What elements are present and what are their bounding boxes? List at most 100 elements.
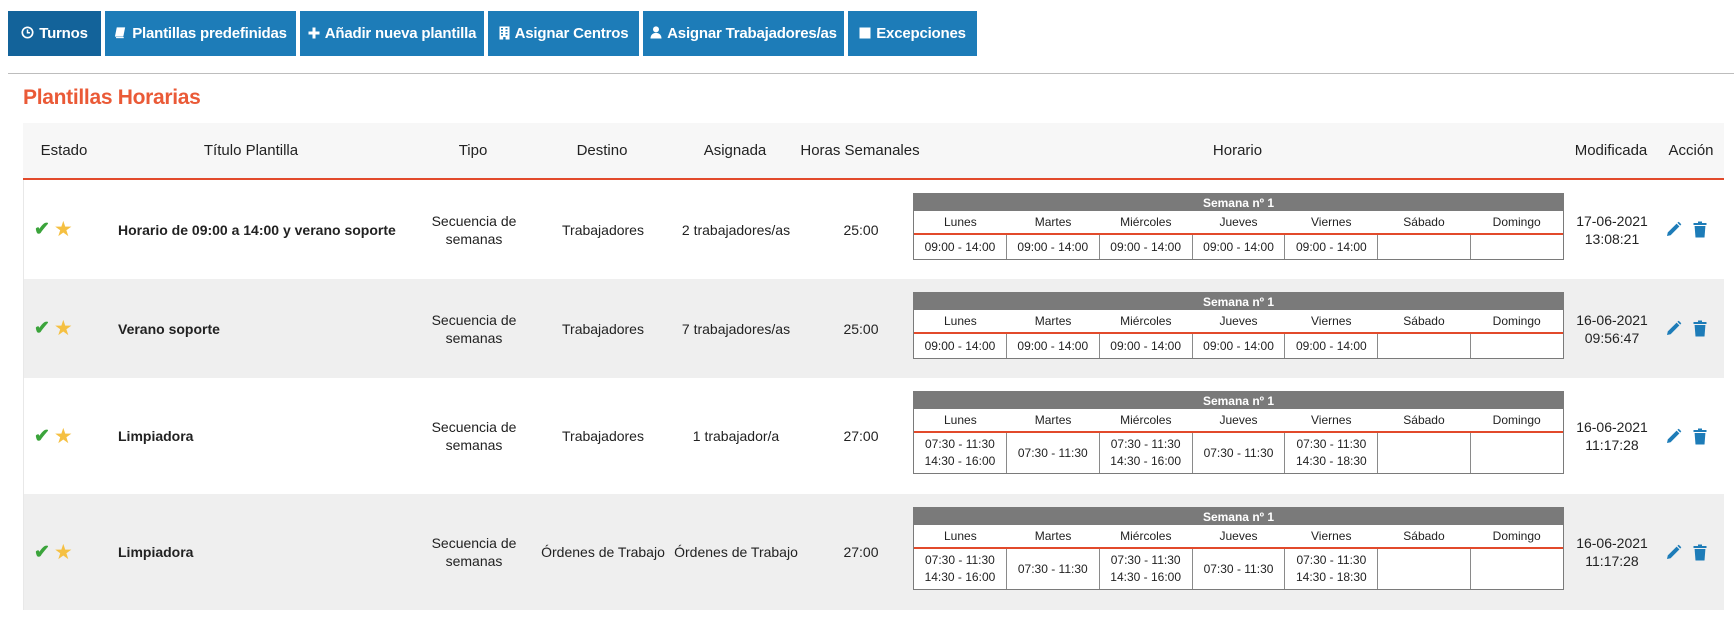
days-header: Lunes Martes Miércoles Jueves Viernes Sábado D… xyxy=(914,525,1563,549)
delete-trash-icon[interactable] xyxy=(1691,320,1709,338)
slot-time: 07:30 - 11:30 xyxy=(1110,437,1181,451)
schedule-slot: 07:30 - 11:30 xyxy=(1193,549,1286,589)
table-row: ✔ ★ Horario de 09:00 a 14:00 y verano so… xyxy=(23,180,1724,279)
day-label: Sábado xyxy=(1403,314,1445,328)
modificada-hora: 13:08:21 xyxy=(1584,230,1640,247)
modificada-fecha: 16-06-2021 xyxy=(1576,535,1648,551)
day-label: Viernes xyxy=(1310,215,1352,229)
day-label: Miércoles xyxy=(1120,215,1172,229)
asignar-trabajadores-button[interactable]: Asignar Trabajadores/as xyxy=(643,11,844,56)
schedule-slot: 07:30 - 11:30 14:30 - 18:30 xyxy=(1285,549,1379,589)
star-icon[interactable]: ★ xyxy=(54,219,73,240)
schedule-slot: 07:30 - 11:30 xyxy=(1193,433,1286,473)
day-label: Lunes xyxy=(944,413,977,427)
table-body: ✔ ★ Horario de 09:00 a 14:00 y verano so… xyxy=(23,180,1724,610)
row-tipo-text: Secuencia de semanas xyxy=(431,419,517,453)
slot-time: 14:30 - 16:00 xyxy=(1110,570,1182,584)
anadir-plantilla-label: Añadir nueva plantilla xyxy=(324,25,477,42)
turnos-label: Turnos xyxy=(39,25,88,42)
day-label: Viernes xyxy=(1310,413,1352,427)
row-horas: 27:00 xyxy=(843,428,879,444)
day-label: Sábado xyxy=(1403,529,1445,543)
row-asignada: Órdenes de Trabajo xyxy=(674,544,798,560)
header-modificada[interactable]: Modificada xyxy=(1563,123,1659,178)
edit-pencil-icon[interactable] xyxy=(1664,221,1682,239)
square-icon xyxy=(859,27,871,41)
row-title: Limpiadora xyxy=(118,428,194,444)
row-estado: ✔ ★ xyxy=(34,494,73,610)
day-label: Jueves xyxy=(1219,215,1258,229)
schedule-slots: 09:00 - 14:00 09:00 - 14:00 09:00 - 14:00 0… xyxy=(914,235,1563,259)
row-tipo-text: Secuencia de semanas xyxy=(431,535,517,569)
modificada-fecha: 17-06-2021 xyxy=(1576,212,1648,229)
slot-time: 07:30 - 11:30 xyxy=(1203,445,1274,460)
schedule-table: Semana nº 1 Lunes Martes Miércoles Jueves Vi… xyxy=(913,507,1564,590)
slot-time: 09:00 - 14:00 xyxy=(924,239,996,254)
turnos-button[interactable]: Turnos xyxy=(8,11,101,56)
schedule-slot: 07:30 - 11:30 14:30 - 16:00 xyxy=(1100,549,1193,589)
modificada-hora: 11:17:28 xyxy=(1585,553,1639,569)
edit-pencil-icon[interactable] xyxy=(1664,320,1682,338)
delete-trash-icon[interactable] xyxy=(1691,427,1709,445)
days-header: Lunes Martes Miércoles Jueves Viernes Sábado D… xyxy=(914,211,1563,235)
slot-time: 09:00 - 14:00 xyxy=(1203,338,1274,353)
modificada-fecha: 16-06-2021 xyxy=(1576,419,1648,435)
slot-time: 09:00 - 14:00 xyxy=(924,338,996,353)
plantillas-table: Estado Título Plantilla Tipo Destino Asi… xyxy=(23,123,1724,610)
day-label: Domingo xyxy=(1492,215,1541,229)
star-icon[interactable]: ★ xyxy=(54,542,73,563)
schedule-slot xyxy=(1471,235,1563,259)
schedule-slot: 07:30 - 11:30 14:30 - 16:00 xyxy=(914,433,1007,473)
schedule-slots: 09:00 - 14:00 09:00 - 14:00 09:00 - 14:00 0… xyxy=(914,334,1563,358)
header-destino[interactable]: Destino xyxy=(526,123,678,178)
schedule-slot xyxy=(1471,549,1563,589)
delete-trash-icon[interactable] xyxy=(1691,543,1709,561)
schedule-slot xyxy=(1471,334,1563,358)
schedule-slot xyxy=(1378,433,1472,473)
day-label: Martes xyxy=(1034,413,1072,427)
check-icon: ✔ xyxy=(34,219,50,240)
slot-time: 09:00 - 14:00 xyxy=(1296,239,1367,254)
header-horas[interactable]: Horas Semanales xyxy=(795,123,925,178)
slot-time: 09:00 - 14:00 xyxy=(1017,239,1089,254)
header-horario: Horario xyxy=(1212,142,1263,159)
slot-time: 14:30 - 16:00 xyxy=(924,570,996,584)
row-estado: ✔ ★ xyxy=(34,378,73,494)
row-asignada: 2 trabajadores/as xyxy=(681,221,791,238)
edit-pencil-icon[interactable] xyxy=(1664,543,1682,561)
star-icon[interactable]: ★ xyxy=(54,426,73,447)
asignar-trabajadores-label: Asignar Trabajadores/as xyxy=(667,25,837,42)
toolbar: Turnos Plantillas predefinidas Añadir nu… xyxy=(8,11,977,56)
row-title: Verano soporte xyxy=(118,320,220,337)
day-label: Viernes xyxy=(1310,314,1352,328)
slot-time: 09:00 - 14:00 xyxy=(1110,338,1182,353)
slot-time: 09:00 - 14:00 xyxy=(1017,338,1089,353)
schedule-slot xyxy=(1378,334,1472,358)
page-title: Plantillas Horarias xyxy=(23,86,201,109)
header-titulo[interactable]: Título Plantilla xyxy=(105,123,397,178)
schedule-slot: 09:00 - 14:00 xyxy=(1007,334,1100,358)
slot-time: 14:30 - 16:00 xyxy=(1110,454,1182,468)
delete-trash-icon[interactable] xyxy=(1691,221,1709,239)
day-label: Lunes xyxy=(944,215,977,229)
row-title: Limpiadora xyxy=(118,544,194,560)
check-icon: ✔ xyxy=(34,425,50,447)
header-estado[interactable]: Estado xyxy=(23,123,105,178)
star-icon[interactable]: ★ xyxy=(54,318,73,339)
schedule-slot: 09:00 - 14:00 xyxy=(914,334,1007,358)
divider xyxy=(8,73,1734,74)
plantillas-predefinidas-button[interactable]: Plantillas predefinidas xyxy=(105,11,296,56)
edit-pencil-icon[interactable] xyxy=(1664,427,1682,445)
schedule-slots: 07:30 - 11:30 14:30 - 16:00 07:30 - 11:30 0… xyxy=(914,433,1563,473)
asignar-centros-button[interactable]: Asignar Centros xyxy=(488,11,639,56)
day-label: Sábado xyxy=(1403,215,1445,229)
week-label: Semana nº 1 xyxy=(914,508,1563,525)
header-asignada[interactable]: Asignada xyxy=(665,123,805,178)
plantillas-predefinidas-label: Plantillas predefinidas xyxy=(132,25,287,42)
excepciones-button[interactable]: Excepciones xyxy=(848,11,977,56)
slot-time: 07:30 - 11:30 xyxy=(925,437,995,451)
anadir-plantilla-button[interactable]: Añadir nueva plantilla xyxy=(300,11,484,56)
schedule-slot xyxy=(1378,549,1472,589)
day-label: Domingo xyxy=(1492,413,1541,427)
building-icon xyxy=(499,26,510,42)
